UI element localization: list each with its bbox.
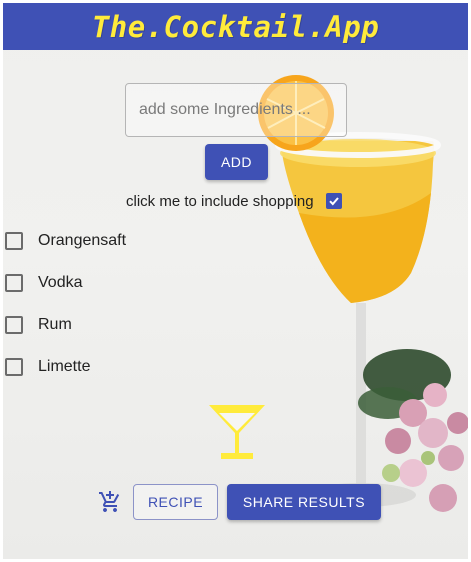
recipe-button[interactable]: RECIPE [133, 484, 218, 520]
ingredient-item[interactable]: Orangensaft [3, 229, 126, 253]
add-button[interactable]: ADD [205, 144, 268, 180]
ingredient-label: Orangensaft [38, 232, 127, 249]
check-icon [328, 197, 339, 206]
martini-glass-icon [209, 405, 265, 459]
app-header: The.Cocktail.App [3, 3, 468, 50]
shopping-toggle-row: click me to include shopping [126, 189, 342, 213]
ingredient-item[interactable]: Rum [3, 313, 72, 337]
app-title: The.Cocktail.App [91, 9, 380, 44]
ingredient-item[interactable]: Vodka [3, 271, 82, 295]
ingredient-checkbox[interactable] [5, 232, 23, 250]
ingredient-label: Rum [38, 316, 72, 333]
shopping-label: click me to include shopping [126, 192, 314, 210]
share-results-button[interactable]: SHARE RESULTS [227, 484, 381, 520]
ingredient-checkbox[interactable] [5, 358, 23, 376]
ingredient-checkbox[interactable] [5, 274, 23, 292]
ingredient-input[interactable] [125, 83, 347, 137]
ingredient-item[interactable]: Limette [3, 355, 90, 379]
add-shopping-cart-icon[interactable] [98, 490, 122, 514]
ingredient-checkbox[interactable] [5, 316, 23, 334]
ingredient-label: Vodka [38, 274, 83, 291]
ingredient-label: Limette [38, 358, 91, 375]
shopping-checkbox[interactable] [325, 193, 342, 209]
app-frame: The.Cocktail.App ADD click me to include… [3, 3, 468, 559]
